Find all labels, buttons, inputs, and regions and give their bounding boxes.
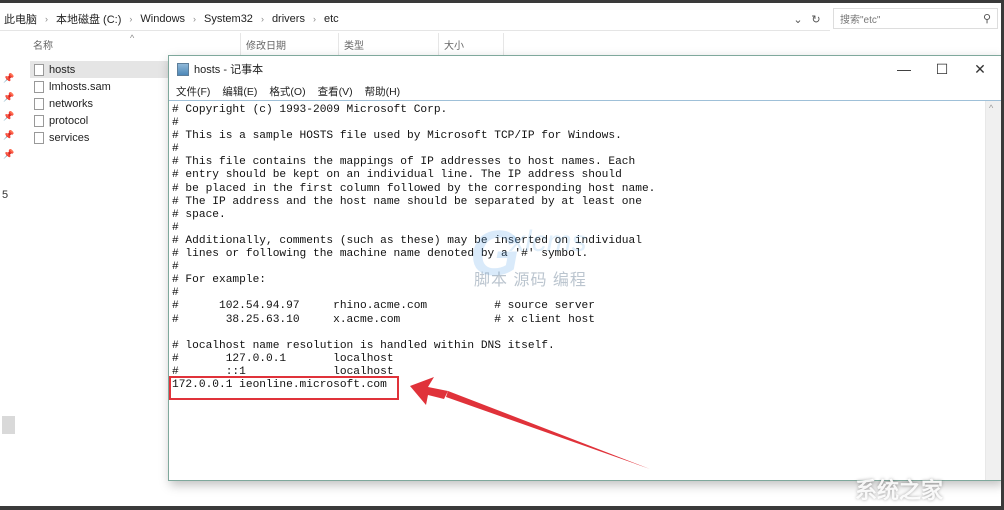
arrow-head: [410, 377, 448, 405]
screen: 此电脑 › 本地磁盘 (C:) › Windows › System32 › drive…: [0, 3, 1001, 506]
watermark-brand: 系统之家: [855, 478, 944, 503]
annotation-arrow: [410, 377, 650, 469]
arrow-shaft: [446, 391, 650, 469]
